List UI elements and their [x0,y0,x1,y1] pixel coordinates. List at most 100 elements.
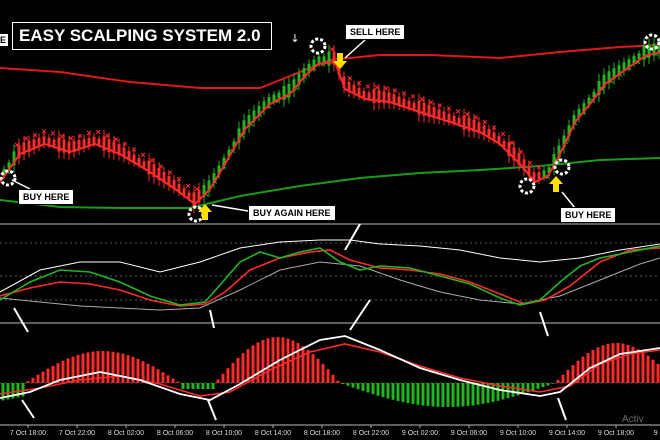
x-tick-label: 9 Oct 14:00 [549,430,585,437]
histogram-bar [386,383,390,399]
histogram-pointer-arrow [207,399,217,421]
signal-x-marker: × [50,129,55,139]
x-tick-label: 7 Oct 18:00 [10,430,46,437]
x-tick-label: 8 Oct 18:00 [304,430,340,437]
histogram-bar [446,383,450,407]
watermark-text: Activ [622,414,644,425]
signal-x-marker: × [527,158,532,168]
histogram-bar [321,363,325,383]
histogram-bar [311,354,315,383]
histogram-bar [206,383,210,389]
histogram-bar [156,369,160,383]
histogram-bar [151,366,155,383]
histogram-bar [271,337,275,383]
histogram-bar [566,369,570,383]
signal-x-marker: × [14,140,19,150]
histogram-bar [106,351,110,383]
signal-x-marker: × [59,131,64,141]
signal-x-marker: × [374,82,379,92]
histogram-bar [421,383,425,406]
edge-label: E [0,34,8,46]
signal-x-marker: × [77,131,82,141]
signal-x-marker: × [509,138,514,148]
histogram-bar [436,383,440,407]
histogram-bar [461,383,465,407]
histogram-bar [471,383,475,406]
histogram-bar [406,383,410,404]
oscillator-white-line [0,239,660,293]
oscillator-gray-line [0,257,660,311]
signal-x-marker: × [356,78,361,88]
signal-x-marker: × [491,122,496,132]
histogram-bar [656,364,660,383]
histogram-bar [646,355,650,383]
histogram-bar [416,383,420,405]
histogram-bar [641,352,645,383]
histogram-bar [491,383,495,402]
fractal-ring-marker [518,177,536,195]
fractal-ring [553,158,571,176]
signal-x-marker: × [185,181,190,191]
histogram-bar [366,383,370,393]
signal-x-marker: × [401,89,406,99]
signal-x-marker: × [500,129,505,139]
histogram-bar [411,383,415,404]
oscillator-pointer-arrow [13,307,29,333]
x-tick-label: 9 Oct 10:00 [500,430,536,437]
histogram-bar [146,363,150,383]
callout-pointer-line [11,179,31,190]
histogram-bar [616,343,620,383]
candle-body [97,138,101,145]
histogram-bar [376,383,380,396]
histogram-bar [521,383,525,394]
histogram-bar [511,383,515,397]
histogram-bar [466,383,470,406]
histogram-bar [186,383,190,389]
histogram-bar [346,383,350,386]
signal-x-marker: × [176,174,181,184]
histogram-bar [181,383,185,389]
histogram-bar [196,383,200,389]
fractal-ring [518,177,536,195]
oscillator-red-line [0,247,660,307]
histogram-bar [611,343,615,383]
histogram-bar [536,383,540,389]
histogram-bar [176,381,180,383]
signal-x-marker: × [428,98,433,108]
fractal-ring-marker [309,37,327,55]
x-tick-label: 8 Oct 06:00 [157,430,193,437]
histogram-bar [236,357,240,383]
histogram-pointer-arrow [557,397,567,421]
signal-x-marker: × [518,147,523,157]
fractal-ring-marker [553,158,571,176]
x-tick-label: 8 Oct 14:00 [255,430,291,437]
chart-title: EASY SCALPING SYSTEM 2.0 [19,26,261,45]
histogram-bar [71,356,75,383]
buy-here-callout-1: BUY HERE [18,189,75,205]
histogram-bar [211,383,215,389]
x-tick-label: 9 Oct 18:00 [598,430,634,437]
signal-x-marker: × [32,130,37,140]
signal-x-marker: × [194,184,199,194]
signal-x-marker: × [41,126,46,136]
histogram-bar [191,383,195,389]
histogram-bar [161,372,165,383]
signal-x-marker: × [131,144,136,154]
histogram-bar [281,337,285,383]
histogram-bar [336,380,340,383]
x-tick-label: 9 Oct 2 [654,430,660,437]
histogram-bar [371,383,375,395]
histogram-bar [241,353,245,383]
signal-x-marker: × [455,107,460,117]
candle-body [142,161,146,168]
fractal-ring [309,37,327,55]
signal-x-marker: × [482,117,487,127]
histogram-bar [606,343,610,383]
signal-x-marker: × [140,150,145,160]
signal-x-marker: × [95,127,100,137]
x-tick-label: 7 Oct 22:00 [59,430,95,437]
signal-x-marker: × [86,128,91,138]
histogram-bar [171,378,175,383]
histogram-bar [306,349,310,383]
signal-x-marker: × [536,162,541,172]
